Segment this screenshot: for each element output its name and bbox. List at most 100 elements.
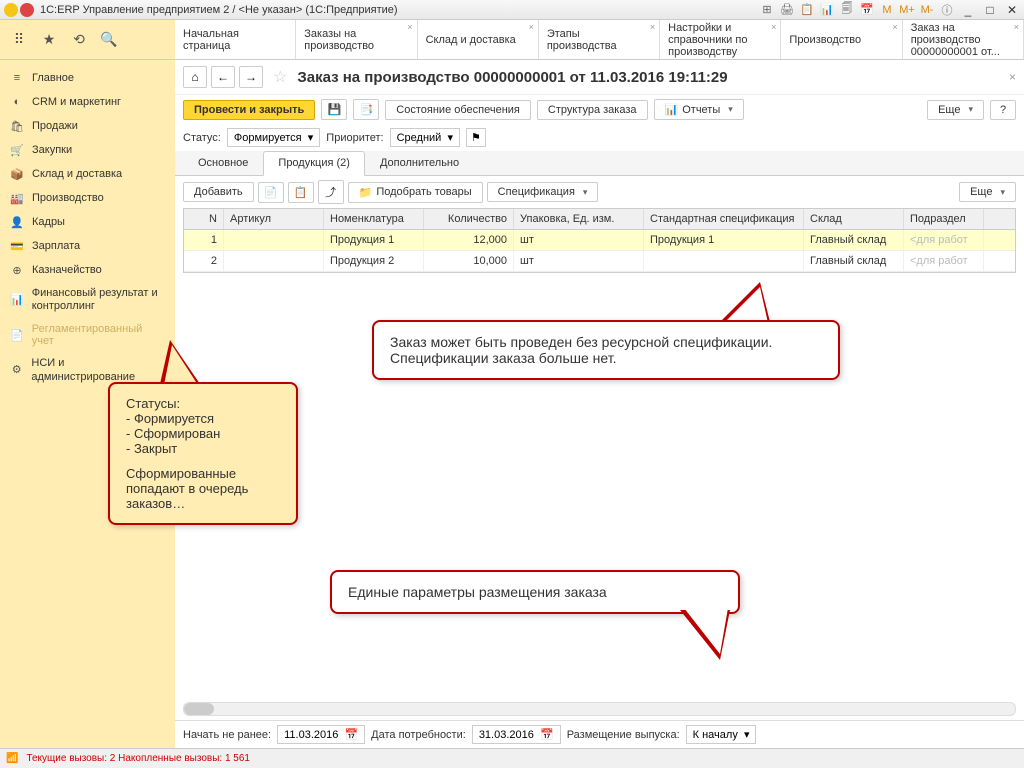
- document-title: Заказ на производство 00000000001 от 11.…: [297, 69, 727, 86]
- state-button[interactable]: Состояние обеспечения: [385, 100, 531, 120]
- bag-icon: 🛍: [10, 119, 24, 133]
- home-button[interactable]: ⌂: [183, 66, 207, 88]
- add-button[interactable]: Добавить: [183, 182, 254, 202]
- toolbar-icon[interactable]: 📅: [860, 3, 874, 17]
- post-button[interactable]: 📑: [353, 99, 379, 120]
- th-article[interactable]: Артикул: [224, 209, 324, 229]
- table-more-button[interactable]: Еще: [959, 182, 1016, 202]
- window-title: 1С:ERP Управление предприятием 2 / <Не у…: [40, 4, 760, 16]
- save-button[interactable]: 💾: [321, 99, 347, 120]
- callout-tail-inner: [724, 287, 768, 323]
- factory-icon: 🏭: [10, 191, 24, 205]
- back-button[interactable]: ←: [211, 66, 235, 88]
- submit-close-button[interactable]: Провести и закрыть: [183, 100, 315, 120]
- subtab-extra[interactable]: Дополнительно: [365, 151, 474, 175]
- th-spec[interactable]: Стандартная спецификация: [644, 209, 804, 229]
- th-packaging[interactable]: Упаковка, Ед. изм.: [514, 209, 644, 229]
- app-icons: [4, 3, 34, 17]
- sidebar-item-treasury[interactable]: ⊕Казначейство: [0, 258, 175, 282]
- sidebar-item-reg[interactable]: 📄Регламентированный учет: [0, 318, 175, 352]
- history-icon[interactable]: ⟲: [70, 31, 88, 49]
- m-minus-icon[interactable]: M-: [920, 3, 934, 17]
- tab-home[interactable]: Начальная страница: [175, 20, 296, 59]
- tab-settings[interactable]: Настройки и справочники по производству×: [660, 20, 781, 59]
- sidebar-item-purchases[interactable]: 🛒Закупки: [0, 138, 175, 162]
- table-row[interactable]: 1 Продукция 1 12,000 шт Продукция 1 Глав…: [184, 230, 1015, 251]
- subtab-products[interactable]: Продукция (2): [263, 151, 365, 176]
- crm-icon: ◐: [10, 95, 24, 109]
- callout-statuses: Статусы: - Формируется - Сформирован - З…: [108, 382, 298, 525]
- structure-button[interactable]: Структура заказа: [537, 100, 648, 120]
- sidebar-item-crm[interactable]: ◐CRM и маркетинг: [0, 90, 175, 114]
- reports-button[interactable]: 📊Отчеты: [654, 99, 744, 120]
- star-icon[interactable]: ★: [40, 31, 58, 49]
- priority-label: Приоритет:: [326, 132, 383, 144]
- m-icon[interactable]: M: [880, 3, 894, 17]
- share-button[interactable]: ⤴: [318, 180, 344, 204]
- forward-button[interactable]: →: [239, 66, 263, 88]
- sidebar-item-finance[interactable]: 📊Финансовый результат и контроллинг: [0, 282, 175, 318]
- tab-orders[interactable]: Заказы на производство×: [296, 20, 417, 59]
- copy-button[interactable]: 📄: [258, 182, 284, 203]
- tab-close-icon[interactable]: ×: [1014, 22, 1019, 32]
- spec-button[interactable]: Спецификация: [487, 182, 599, 202]
- place-select[interactable]: К началу ▾: [686, 725, 757, 744]
- scroll-thumb[interactable]: [184, 703, 214, 715]
- info-icon[interactable]: ⓘ: [940, 3, 954, 17]
- tab-close-icon[interactable]: ×: [650, 22, 655, 32]
- system-icons: ⊞ 🖨 📋 📊 🗐 📅 M M+ M- ⓘ _ □ ✕: [760, 3, 1020, 17]
- m-plus-icon[interactable]: M+: [900, 3, 914, 17]
- top-tabs-row: ⠿ ★ ⟲ 🔍 Начальная страница Заказы на про…: [0, 20, 1024, 60]
- favorite-icon[interactable]: ☆: [273, 67, 287, 87]
- person-icon: 👤: [10, 215, 24, 229]
- pick-goods-button[interactable]: 📁Подобрать товары: [348, 182, 483, 203]
- tab-production[interactable]: Производство×: [781, 20, 902, 59]
- th-quantity[interactable]: Количество: [424, 209, 514, 229]
- apps-icon[interactable]: ⠿: [10, 31, 28, 49]
- th-nomenclature[interactable]: Номенклатура: [324, 209, 424, 229]
- maximize-button[interactable]: □: [982, 3, 998, 17]
- priority-flag[interactable]: ⚑: [466, 128, 486, 147]
- app-icon-ball: [20, 3, 34, 17]
- tab-close-icon[interactable]: ×: [529, 22, 534, 32]
- start-label: Начать не ранее:: [183, 729, 271, 741]
- th-warehouse[interactable]: Склад: [804, 209, 904, 229]
- sidebar-item-hr[interactable]: 👤Кадры: [0, 210, 175, 234]
- minimize-button[interactable]: _: [960, 3, 976, 17]
- toolbar-icon[interactable]: 🖨: [780, 3, 794, 17]
- start-date-field[interactable]: 11.03.2016 📅: [277, 725, 365, 744]
- th-n[interactable]: N: [184, 209, 224, 229]
- callout-tail-inner: [164, 345, 198, 385]
- th-department[interactable]: Подраздел: [904, 209, 984, 229]
- sidebar-item-production[interactable]: 🏭Производство: [0, 186, 175, 210]
- search-icon[interactable]: 🔍: [100, 31, 118, 49]
- table-header: N Артикул Номенклатура Количество Упаков…: [184, 209, 1015, 230]
- tab-close-icon[interactable]: ×: [407, 22, 412, 32]
- toolbar-icon[interactable]: 📋: [800, 3, 814, 17]
- tab-close-icon[interactable]: ×: [892, 22, 897, 32]
- table-row[interactable]: 2 Продукция 2 10,000 шт Главный склад <д…: [184, 251, 1015, 272]
- sidebar-item-sales[interactable]: 🛍Продажи: [0, 114, 175, 138]
- more-button[interactable]: Еще: [927, 100, 984, 120]
- paste-button[interactable]: 📋: [288, 182, 314, 203]
- tab-close-icon[interactable]: ×: [771, 22, 776, 32]
- need-date-field[interactable]: 31.03.2016 📅: [472, 725, 561, 744]
- toolbar-icon[interactable]: 🗐: [840, 3, 854, 17]
- toolbar-icon[interactable]: ⊞: [760, 3, 774, 17]
- status-select[interactable]: Формируется ▾: [227, 128, 320, 147]
- subtab-main[interactable]: Основное: [183, 151, 263, 175]
- cart-icon: 🛒: [10, 143, 24, 157]
- sidebar-item-salary[interactable]: 💳Зарплата: [0, 234, 175, 258]
- tab-stages[interactable]: Этапы производства×: [539, 20, 660, 59]
- sidebar-item-main[interactable]: ≡Главное: [0, 66, 175, 90]
- document-close-icon[interactable]: ×: [1009, 70, 1016, 84]
- tab-warehouse[interactable]: Склад и доставка×: [418, 20, 539, 59]
- horizontal-scrollbar[interactable]: [183, 702, 1016, 716]
- sidebar-item-warehouse[interactable]: 📦Склад и доставка: [0, 162, 175, 186]
- toolbar-icon[interactable]: 📊: [820, 3, 834, 17]
- help-button[interactable]: ?: [990, 100, 1016, 120]
- priority-select[interactable]: Средний ▾: [390, 128, 460, 147]
- close-button[interactable]: ✕: [1004, 3, 1020, 17]
- tab-current-order[interactable]: Заказ на производство 00000000001 от...×: [903, 20, 1024, 59]
- action-toolbar: Провести и закрыть 💾 📑 Состояние обеспеч…: [175, 95, 1024, 124]
